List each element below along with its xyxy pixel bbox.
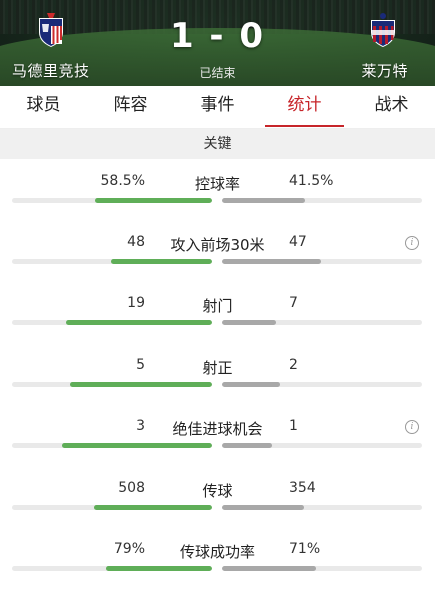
stat-home-track	[12, 566, 212, 571]
tab-lineup[interactable]: 阵容	[87, 86, 174, 128]
stat-away-value: 7	[289, 295, 298, 311]
stat-row-shots-on-target: 5 射正 2	[0, 346, 435, 407]
stat-label: 传球成功率	[179, 543, 255, 561]
stat-away-value: 71%	[289, 541, 321, 557]
stat-row-shots: 19 射门 7	[0, 284, 435, 345]
stat-away-bar	[222, 259, 321, 264]
stat-away-value: 2	[289, 357, 298, 373]
stat-home-bar	[95, 198, 212, 203]
info-icon[interactable]: i	[405, 420, 419, 434]
stat-away-bar	[222, 382, 280, 387]
stat-home-track	[12, 382, 212, 387]
stat-away-value: 354	[289, 480, 316, 496]
stat-home-bar	[111, 259, 212, 264]
stat-home-track	[12, 320, 212, 325]
stat-home-bar	[66, 320, 212, 325]
stat-away-bar	[222, 443, 272, 448]
match-score: 1 - 0	[169, 16, 266, 56]
tab-players[interactable]: 球员	[0, 86, 87, 128]
match-tabs: 球员 阵容 事件 统计 战术	[0, 86, 435, 129]
stat-row-final-third-entries: 48 攻入前场30米 47 i	[0, 223, 435, 284]
stat-away-track	[222, 443, 422, 448]
stat-away-value: 47	[289, 234, 307, 250]
stat-row-passes: 508 传球 354	[0, 469, 435, 530]
stat-away-track	[222, 566, 422, 571]
stat-home-bar	[94, 505, 212, 510]
stat-label: 射正	[202, 359, 233, 377]
stat-away-bar	[222, 505, 304, 510]
section-title-key: 关键	[0, 129, 435, 159]
home-team-name[interactable]: 马德里竞技	[12, 60, 90, 81]
stat-away-track	[222, 382, 422, 387]
stat-away-track	[222, 198, 422, 203]
stat-away-bar	[222, 320, 276, 325]
stat-away-track	[222, 320, 422, 325]
away-team-name[interactable]: 莱万特	[361, 60, 408, 81]
stat-away-bar	[222, 566, 316, 571]
stat-label: 射门	[202, 297, 233, 315]
stat-away-value: 1	[289, 418, 298, 434]
stat-home-track	[12, 505, 212, 510]
stat-home-track	[12, 443, 212, 448]
stat-home-track	[12, 198, 212, 203]
stat-away-track	[222, 505, 422, 510]
stat-away-track	[222, 259, 422, 264]
match-header: 1 - 0 已结束 马德里竞技 莱万特	[0, 0, 435, 86]
stat-label: 绝佳进球机会	[172, 420, 263, 438]
stat-row-big-chances: 3 绝佳进球机会 1 i	[0, 407, 435, 468]
stat-home-bar	[62, 443, 212, 448]
stat-label: 传球	[202, 482, 233, 500]
stat-row-possession: 58.5% 控球率 41.5%	[0, 162, 435, 223]
info-icon[interactable]: i	[405, 236, 419, 250]
tab-stats[interactable]: 统计	[261, 86, 348, 128]
stat-row-pass-accuracy: 79% 传球成功率 71%	[0, 530, 435, 591]
stat-home-bar	[106, 566, 212, 571]
stat-away-bar	[222, 198, 305, 203]
stat-label: 攻入前场30米	[170, 236, 265, 254]
stat-label: 控球率	[194, 175, 240, 193]
stat-home-bar	[70, 382, 212, 387]
tab-tactics[interactable]: 战术	[348, 86, 435, 128]
stat-home-track	[12, 259, 212, 264]
stat-away-value: 41.5%	[289, 173, 334, 189]
tab-events[interactable]: 事件	[174, 86, 261, 128]
